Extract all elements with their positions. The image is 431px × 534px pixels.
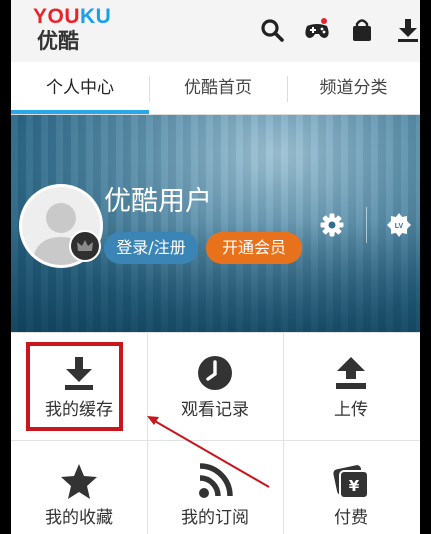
app-screen: YOUKU 优酷 个人中心 优酷首页 频道分类 优酷用户 登录/注册 开通会员 … [11,0,420,534]
menu-item-label: 我的订阅 [181,508,249,528]
tab-divider [287,76,288,102]
logo-subtitle: 优酷 [37,29,79,53]
logo-wordmark: YOUKU [33,5,112,28]
top-bar: YOUKU 优酷 [11,0,420,62]
menu-item-my-favorites[interactable]: 我的收藏 [11,441,147,534]
shopping-bag-icon[interactable] [348,16,376,44]
menu-item-watch-history[interactable]: 观看记录 [147,333,283,441]
tab-divider [149,76,150,102]
game-controller-icon[interactable] [303,16,331,44]
tab-youku-home[interactable]: 优酷首页 [149,62,287,114]
menu-item-upload[interactable]: 上传 [283,333,419,441]
tab-bar: 个人中心 优酷首页 频道分类 [11,62,420,115]
username: 优酷用户 [104,186,212,217]
profile-banner: 优酷用户 登录/注册 开通会员 LV [11,115,420,332]
level-badge-icon[interactable]: LV [386,212,412,238]
settings-gear-icon[interactable] [319,212,345,238]
upload-icon [336,357,366,389]
menu-item-payment[interactable]: ¥ 付费 [283,441,419,534]
wallet-icon: ¥ [333,465,369,499]
menu-item-my-subscriptions[interactable]: 我的订阅 [147,441,283,534]
star-icon [61,464,97,499]
menu-item-label: 我的收藏 [45,508,113,528]
level-text: LV [395,223,404,230]
search-icon[interactable] [258,16,286,44]
menu-item-label: 上传 [334,400,368,420]
rss-icon [199,463,233,498]
active-tab-indicator [11,110,149,114]
open-vip-button[interactable]: 开通会员 [206,232,302,264]
clock-icon [198,356,232,390]
svg-text:¥: ¥ [349,477,360,495]
menu-item-label: 观看记录 [181,400,249,420]
tab-personal-center[interactable]: 个人中心 [11,62,149,114]
crown-icon [69,230,101,262]
banner-divider [366,207,367,243]
tab-channel-categories[interactable]: 频道分类 [287,62,420,114]
youku-logo[interactable]: YOUKU 优酷 [33,6,113,56]
login-register-button[interactable]: 登录/注册 [104,232,198,264]
download-icon[interactable] [394,16,420,44]
highlight-box [26,342,123,431]
menu-item-label: 付费 [334,508,368,528]
